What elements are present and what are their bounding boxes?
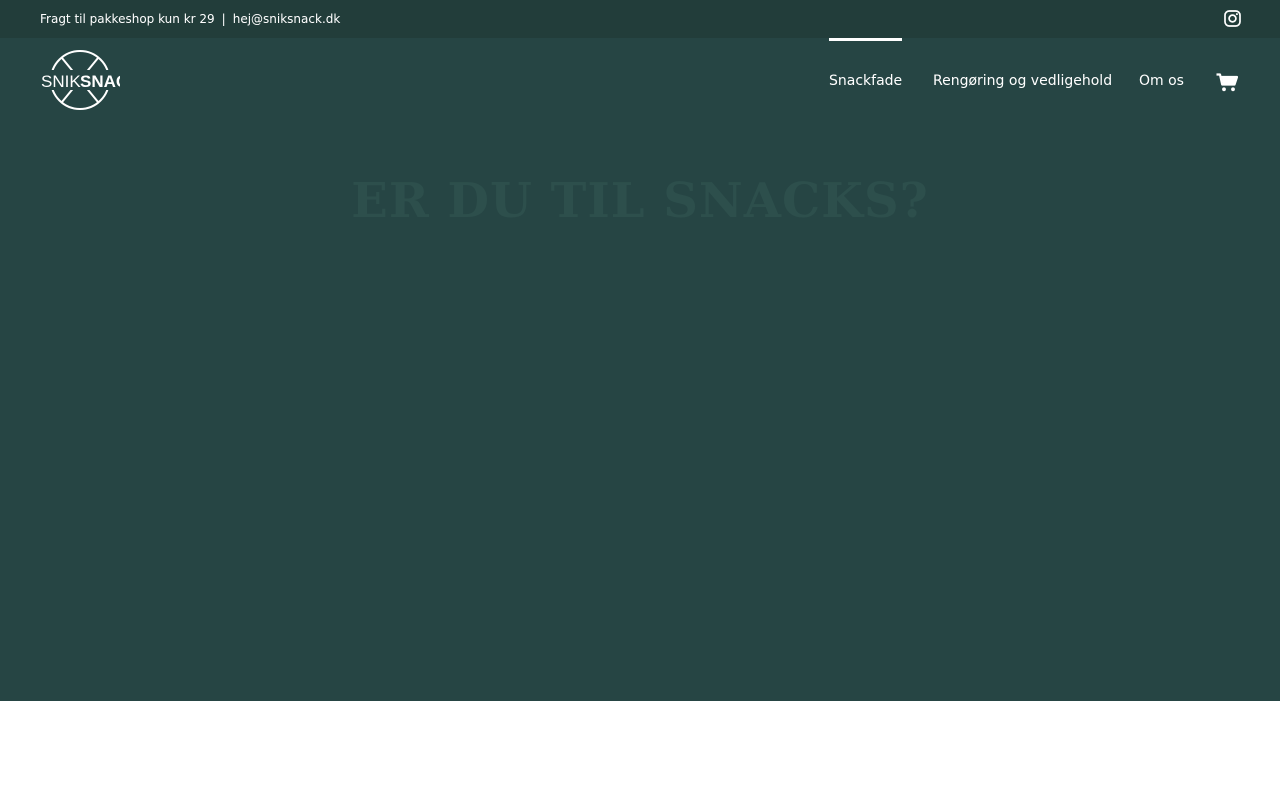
hero-section — [0, 38, 1280, 701]
email-link[interactable]: hej@sniksnack.dk — [233, 12, 341, 26]
top-bar-info: Fragt til pakkeshop kun kr 29 | hej@sniksn… — [40, 11, 340, 27]
shipping-text: Fragt til pakkeshop kun kr 29 — [40, 12, 215, 26]
main-nav: Snackfade Rengøring og vedligehold Om os — [0, 38, 1280, 125]
hero-title: ER DU TIL SNACKS? — [351, 173, 929, 229]
separator: | — [221, 12, 226, 26]
nav-item-om-os[interactable]: Om os — [1139, 38, 1184, 125]
instagram-icon[interactable] — [1224, 10, 1241, 27]
top-bar: Fragt til pakkeshop kun kr 29 | hej@sniksn… — [0, 0, 1280, 38]
nav-item-label: Rengøring og vedligehold — [933, 73, 1113, 89]
nav-item-label: Om os — [1139, 73, 1184, 89]
nav-item-label: Snackfade — [829, 73, 903, 89]
nav-item-snackfade[interactable]: Snackfade — [829, 38, 903, 125]
shopping-cart-icon[interactable] — [1216, 73, 1239, 92]
nav-item-rengoring[interactable]: Rengøring og vedligehold — [933, 38, 1112, 125]
